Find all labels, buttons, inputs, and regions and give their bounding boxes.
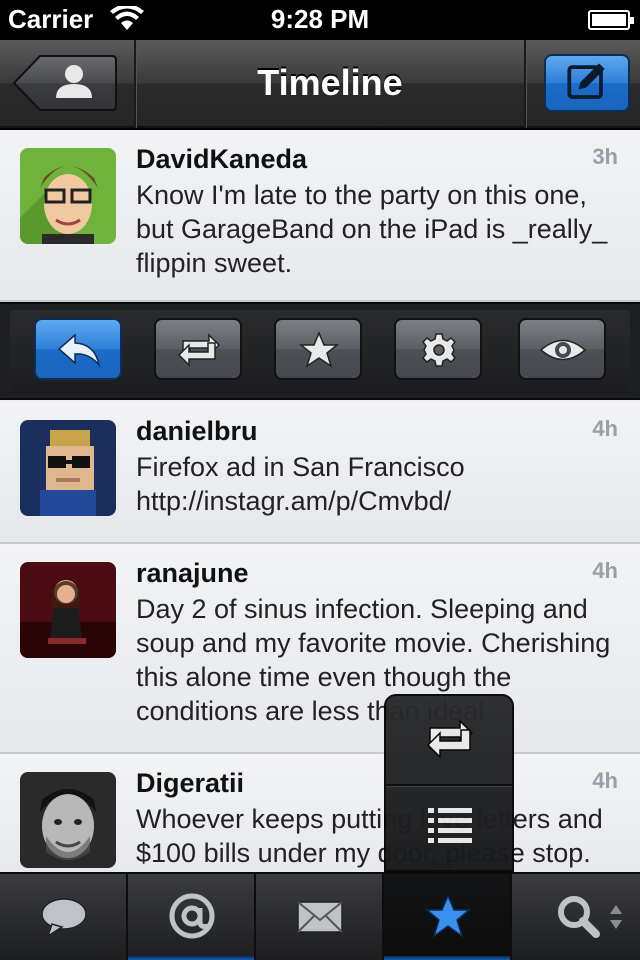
tab-timeline[interactable] xyxy=(0,874,128,960)
retweet-button[interactable] xyxy=(154,318,242,380)
reply-icon xyxy=(57,333,101,368)
status-bar: Carrier 9:28 PM xyxy=(0,0,640,40)
nav-bar: Timeline xyxy=(0,40,640,128)
tweet-text: Day 2 of sinus infection. Sleeping and s… xyxy=(136,594,611,726)
tweet-text: Whoever keeps putting love letters and $… xyxy=(136,804,603,868)
tweet-row[interactable]: DavidKaneda 3h Know I'm late to the part… xyxy=(0,130,640,302)
compose-button[interactable] xyxy=(544,54,630,112)
avatar[interactable] xyxy=(20,420,116,516)
tweet-age: 4h xyxy=(592,416,618,441)
speech-bubble-icon xyxy=(41,898,87,938)
eye-icon xyxy=(539,339,587,361)
settings-button[interactable] xyxy=(394,318,482,380)
tweet-username[interactable]: ranajune xyxy=(136,558,249,589)
tab-favorites[interactable] xyxy=(384,874,512,960)
timeline-list[interactable]: DavidKaneda 3h Know I'm late to the part… xyxy=(0,130,640,872)
tweet-row[interactable]: ranajune 4h Day 2 of sinus infection. Sl… xyxy=(0,544,640,754)
lists-icon[interactable] xyxy=(428,806,472,846)
star-icon xyxy=(424,894,472,938)
page-title: Timeline xyxy=(257,62,403,103)
tweet-username[interactable]: Digeratii xyxy=(136,768,244,799)
tweet-row[interactable]: danielbru 4h Firefox ad in San Francisco… xyxy=(0,402,640,544)
star-icon xyxy=(298,331,340,368)
tab-messages[interactable] xyxy=(256,874,384,960)
tweet-text: Know I'm late to the party on this one, … xyxy=(136,180,608,278)
tab-mentions[interactable] xyxy=(128,874,256,960)
tweet-age: 3h xyxy=(592,144,618,169)
reply-button[interactable] xyxy=(34,318,122,380)
avatar[interactable] xyxy=(20,772,116,868)
avatar[interactable] xyxy=(20,148,116,244)
tweet-age: 4h xyxy=(592,558,618,583)
chevron-up-down-icon[interactable] xyxy=(608,902,624,932)
accounts-back-button[interactable] xyxy=(12,54,118,112)
clock: 9:28 PM xyxy=(270,4,370,34)
tweet-text: Firefox ad in San Francisco http://insta… xyxy=(136,452,465,516)
tweet-action-bar xyxy=(0,302,640,400)
retweets-icon[interactable] xyxy=(422,718,478,760)
compose-icon xyxy=(567,63,605,99)
tweet-username[interactable]: danielbru xyxy=(136,416,258,447)
favorite-button[interactable] xyxy=(274,318,362,380)
tab-bar xyxy=(0,872,640,960)
favorites-popup-menu xyxy=(384,694,514,872)
tab-search[interactable] xyxy=(512,874,640,960)
battery-icon xyxy=(588,10,634,30)
tweet-row[interactable]: Digeratii 4h Whoever keeps putting love … xyxy=(0,754,640,872)
retweet-icon xyxy=(177,333,221,367)
tweet-username[interactable]: DavidKaneda xyxy=(136,144,307,175)
search-icon xyxy=(558,896,600,938)
at-sign-icon xyxy=(169,893,215,939)
avatar[interactable] xyxy=(20,562,116,658)
envelope-icon xyxy=(297,901,343,933)
gear-icon xyxy=(422,333,456,367)
view-button[interactable] xyxy=(518,318,606,380)
tweet-age: 4h xyxy=(592,768,618,793)
